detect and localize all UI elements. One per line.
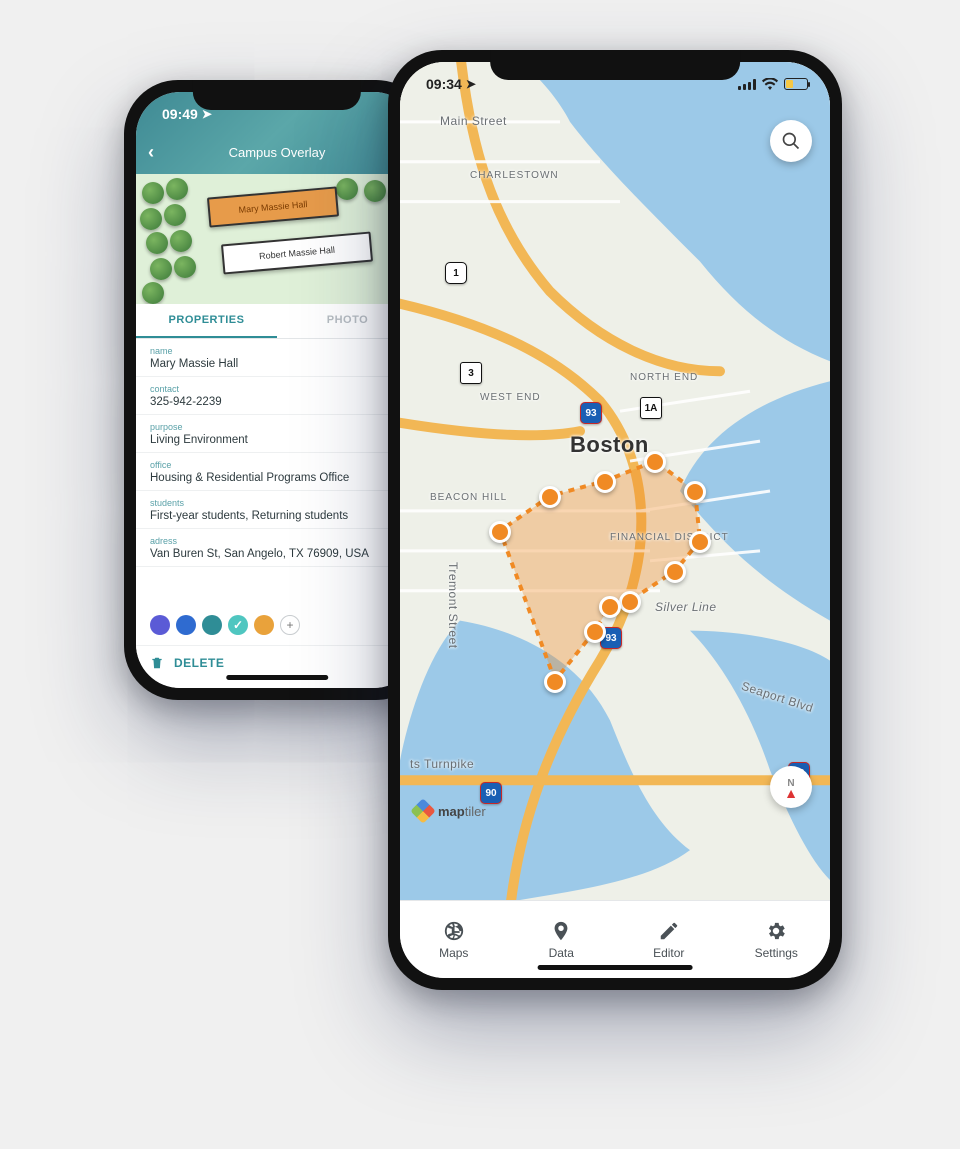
property-label: adress: [150, 536, 404, 546]
compass-button[interactable]: N ▲: [770, 766, 812, 808]
add-color-button[interactable]: [280, 615, 300, 635]
building-other-label: Robert Massie Hall: [259, 245, 336, 262]
back-chevron-icon[interactable]: ‹: [148, 142, 154, 163]
compass-needle-icon: ▲: [784, 789, 798, 797]
building-selected-label: Mary Massie Hall: [238, 199, 308, 215]
delete-label: DELETE: [174, 656, 224, 670]
shield-i93-top: 93: [580, 402, 602, 424]
trash-icon: [150, 656, 164, 670]
detail-tabs: PROPERTIES PHOTO: [136, 304, 418, 339]
notch: [490, 50, 740, 80]
globe-icon: [443, 920, 465, 942]
property-field[interactable]: contact 325-942-2239: [136, 377, 418, 415]
cellular-signal-icon: [738, 79, 756, 90]
shield-us1: 1: [445, 262, 467, 284]
nav-editor-label: Editor: [653, 946, 684, 960]
tab-properties[interactable]: PROPERTIES: [136, 304, 277, 338]
color-swatch[interactable]: [150, 615, 170, 635]
color-swatch-row: [136, 605, 418, 645]
property-field[interactable]: adress Van Buren St, San Angelo, TX 76909…: [136, 529, 418, 567]
property-field[interactable]: purpose Living Environment: [136, 415, 418, 453]
search-icon: [781, 131, 801, 151]
gear-icon: [765, 920, 787, 942]
street-main: Main Street: [440, 114, 507, 128]
nav-maps-label: Maps: [439, 946, 468, 960]
property-value: Mary Massie Hall: [150, 358, 404, 370]
location-arrow-icon: ➤: [466, 77, 476, 91]
maptiler-logo-icon: [410, 798, 435, 823]
street-tremont: Tremont Street: [446, 562, 460, 649]
property-field[interactable]: students First-year students, Returning s…: [136, 491, 418, 529]
building-selected[interactable]: Mary Massie Hall: [207, 186, 339, 227]
property-field[interactable]: office Housing & Residential Programs Off…: [136, 453, 418, 491]
clock-text: 09:49: [162, 106, 198, 122]
nav-data-label: Data: [549, 946, 574, 960]
wifi-icon: [762, 78, 778, 90]
nav-settings[interactable]: Settings: [723, 901, 831, 978]
boston-map-view[interactable]: 09:34 ➤ CHARLESTOWN Main Street NORTH EN…: [400, 62, 830, 900]
district-financial: FINANCIAL DISTRICT: [610, 532, 690, 543]
street-turnpike: ts Turnpike: [410, 757, 474, 771]
search-button[interactable]: [770, 120, 812, 162]
delete-button[interactable]: DELETE: [136, 645, 418, 688]
campus-map-view[interactable]: Mary Massie Hall Robert Massie Hall: [136, 174, 418, 304]
shield-i93-bottom: 93: [600, 627, 622, 649]
nav-maps[interactable]: Maps: [400, 901, 508, 978]
property-label: students: [150, 498, 404, 508]
silver-line: Silver Line: [655, 600, 717, 614]
pencil-icon: [658, 920, 680, 942]
district-beacon-hill: BEACON HILL: [430, 492, 507, 503]
phone-left-screen: 09:49 ➤ ‹ Campus Overlay Mary Massie Hal…: [136, 92, 418, 688]
property-value: Living Environment: [150, 434, 404, 446]
property-field[interactable]: name Mary Massie Hall: [136, 339, 418, 377]
pin-icon: [550, 920, 572, 942]
notch: [193, 80, 361, 110]
property-label: contact: [150, 384, 404, 394]
color-swatch[interactable]: [254, 615, 274, 635]
color-swatch[interactable]: [228, 615, 248, 635]
properties-list[interactable]: name Mary Massie Hall contact 325-942-2239 p…: [136, 339, 418, 605]
nav-settings-label: Settings: [755, 946, 798, 960]
shield-route1a: 1A: [640, 397, 662, 419]
phone-right-frame: 09:34 ➤ CHARLESTOWN Main Street NORTH EN…: [388, 50, 842, 990]
shield-i90-left: 90: [480, 782, 502, 804]
property-label: purpose: [150, 422, 404, 432]
property-value: Van Buren St, San Angelo, TX 76909, USA: [150, 548, 404, 560]
status-right: [738, 78, 808, 90]
shield-route3: 3: [460, 362, 482, 384]
district-charlestown: CHARLESTOWN: [470, 170, 559, 181]
property-label: name: [150, 346, 404, 356]
city-label: Boston: [570, 432, 649, 458]
district-north-end: NORTH END: [630, 372, 698, 383]
building-other[interactable]: Robert Massie Hall: [221, 232, 373, 275]
property-value: 325-942-2239: [150, 396, 404, 408]
home-indicator[interactable]: [538, 965, 693, 970]
map-attribution: maptiler: [414, 802, 486, 820]
clock-text: 09:34: [426, 76, 462, 92]
map-basemap: [400, 62, 830, 900]
title-bar: ‹ Campus Overlay: [136, 136, 418, 168]
color-swatch[interactable]: [176, 615, 196, 635]
color-swatch[interactable]: [202, 615, 222, 635]
phone-left-frame: 09:49 ➤ ‹ Campus Overlay Mary Massie Hal…: [124, 80, 430, 700]
battery-icon: [784, 78, 808, 90]
phone-right-screen: 09:34 ➤ CHARLESTOWN Main Street NORTH EN…: [400, 62, 830, 978]
status-time: 09:34 ➤: [426, 76, 476, 92]
property-value: First-year students, Returning students: [150, 510, 404, 522]
property-label: office: [150, 460, 404, 470]
screen-title: Campus Overlay: [229, 145, 326, 160]
property-value: Housing & Residential Programs Office: [150, 472, 404, 484]
attribution-text: maptiler: [438, 804, 486, 819]
home-indicator[interactable]: [226, 675, 328, 680]
district-west-end: WEST END: [480, 392, 541, 403]
